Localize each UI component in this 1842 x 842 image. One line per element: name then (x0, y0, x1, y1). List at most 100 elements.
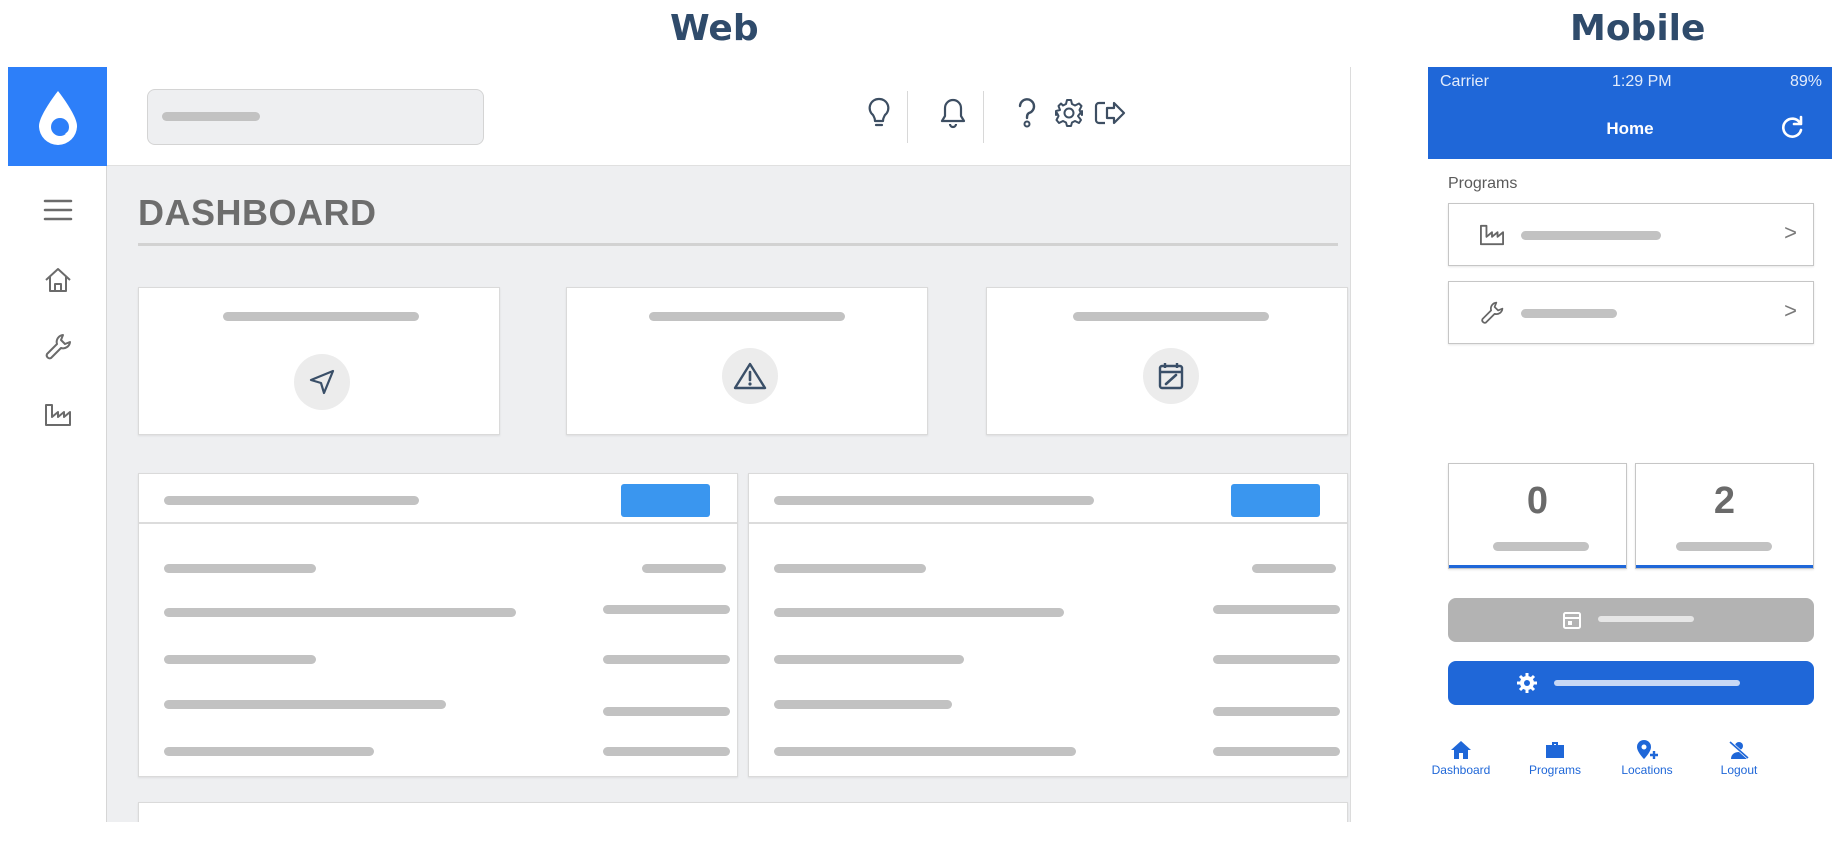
location-add-icon (1602, 737, 1692, 763)
summary-card-schedule[interactable] (986, 287, 1348, 435)
card-title-placeholder (1073, 312, 1269, 321)
wrench-icon (1475, 296, 1509, 330)
tab-label: Locations (1621, 763, 1673, 777)
panel-divider (749, 522, 1347, 524)
sidebar-item-home[interactable] (38, 260, 78, 300)
sidebar-rail (8, 67, 107, 822)
bottom-panel (138, 802, 1348, 822)
refresh-icon[interactable] (1776, 112, 1808, 144)
detail-panel-right (748, 473, 1348, 777)
help-icon[interactable] (1005, 91, 1049, 135)
mobile-header: Carrier 1:29 PM 89% Home (1428, 67, 1832, 159)
row-value-placeholder (642, 564, 726, 573)
program-row-maintenance[interactable]: > (1448, 281, 1814, 344)
gear-icon (1517, 673, 1537, 693)
settings-button[interactable] (1448, 661, 1814, 705)
water-drop-logo-icon (38, 90, 77, 145)
stat-label-placeholder (1676, 542, 1772, 551)
header-title: Home (1606, 119, 1654, 138)
row-value-placeholder (1213, 707, 1340, 716)
row-value-placeholder (603, 747, 730, 756)
tab-dashboard[interactable]: Dashboard (1428, 737, 1506, 777)
person-off-icon (1694, 737, 1784, 763)
toolbar-divider (983, 91, 984, 143)
clock-label: 1:29 PM (1612, 73, 1672, 90)
row-label-placeholder (164, 747, 374, 756)
detail-panel-left (138, 473, 738, 777)
tab-label: Dashboard (1431, 763, 1491, 777)
row-label-placeholder (774, 608, 1064, 617)
row-value-placeholder (1213, 655, 1340, 664)
bell-icon[interactable] (931, 91, 975, 135)
row-label-placeholder (164, 608, 516, 617)
stat-card-first[interactable]: 0 (1448, 463, 1627, 569)
menu-icon[interactable] (38, 190, 78, 230)
tab-programs[interactable]: Programs (1510, 737, 1600, 777)
row-value-placeholder (603, 707, 730, 716)
stat-label-placeholder (1493, 542, 1589, 551)
program-name-placeholder (1521, 231, 1661, 240)
panel-action-button[interactable] (621, 484, 710, 517)
top-bar (107, 67, 1350, 166)
mobile-home-screen: Carrier 1:29 PM 89% Home Programs > > 0 (1428, 67, 1832, 822)
row-label-placeholder (774, 655, 964, 664)
web-heading: Web (670, 8, 759, 49)
web-dashboard: DASHBOARD (8, 67, 1351, 822)
sidebar-item-maintenance[interactable] (38, 327, 78, 367)
summary-card-alerts[interactable] (566, 287, 928, 435)
row-value-placeholder (1213, 605, 1340, 614)
row-label-placeholder (164, 700, 446, 709)
stat-value: 0 (1526, 480, 1549, 522)
stat-underline (1636, 565, 1813, 568)
row-label-placeholder (774, 564, 926, 573)
program-row-facilities[interactable]: > (1448, 203, 1814, 266)
navigation-icon (294, 354, 350, 410)
button-label-placeholder (1598, 616, 1694, 622)
panel-action-button[interactable] (1231, 484, 1320, 517)
home-icon (45, 268, 71, 292)
calendar-check-icon (1143, 348, 1199, 404)
lightbulb-icon[interactable] (857, 91, 901, 135)
calendar-icon (1563, 612, 1581, 629)
panel-divider (139, 522, 737, 524)
tab-locations[interactable]: Locations (1602, 737, 1692, 777)
schedule-button-disabled[interactable] (1448, 598, 1814, 642)
logout-icon[interactable] (1088, 91, 1132, 135)
stat-card-second[interactable]: 2 (1635, 463, 1814, 569)
panel-title-placeholder (164, 496, 419, 505)
card-title-placeholder (223, 312, 419, 321)
battery-label: 89% (1789, 73, 1822, 90)
toolbar-divider (907, 91, 908, 143)
title-divider (138, 243, 1338, 246)
stat-underline (1449, 565, 1626, 568)
app-logo[interactable] (8, 67, 107, 166)
row-value-placeholder (603, 655, 730, 664)
factory-icon (1475, 218, 1509, 252)
page-title: DASHBOARD (138, 192, 377, 233)
stat-value: 2 (1713, 480, 1736, 522)
mobile-heading: Mobile (1570, 8, 1706, 49)
row-label-placeholder (164, 655, 316, 664)
factory-icon (45, 404, 71, 426)
summary-card-navigation[interactable] (138, 287, 500, 435)
tab-label: Logout (1720, 763, 1758, 777)
button-label-placeholder (1554, 680, 1740, 686)
row-value-placeholder (603, 605, 730, 614)
search-placeholder (162, 112, 260, 121)
wrench-icon (45, 334, 71, 360)
tab-label: Programs (1528, 763, 1581, 777)
row-value-placeholder (1213, 747, 1340, 756)
card-title-placeholder (649, 312, 845, 321)
warning-icon (722, 348, 778, 404)
search-input[interactable] (147, 89, 484, 145)
row-value-placeholder (1252, 564, 1336, 573)
tab-logout[interactable]: Logout (1694, 737, 1784, 777)
program-name-placeholder (1521, 309, 1617, 318)
row-label-placeholder (164, 564, 316, 573)
briefcase-icon (1510, 737, 1600, 763)
gear-icon[interactable] (1047, 91, 1091, 135)
programs-section-label: Programs (1448, 175, 1518, 192)
sidebar-item-facilities[interactable] (38, 395, 78, 435)
row-label-placeholder (774, 700, 952, 709)
carrier-label: Carrier (1440, 73, 1489, 90)
